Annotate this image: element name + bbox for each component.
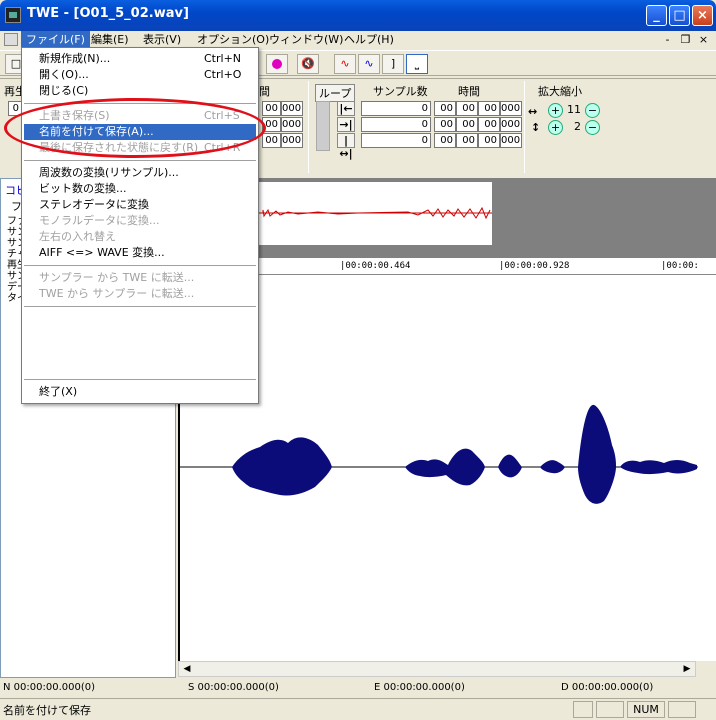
vertical-arrows-icon: ↕ xyxy=(531,121,541,134)
loop-length-icon[interactable]: |↔| xyxy=(337,133,355,160)
waveform-blue-icon[interactable]: ∿ xyxy=(358,54,380,74)
menu-item-open[interactable]: 開く(O)... Ctrl+O xyxy=(24,67,256,83)
ruler-icon[interactable]: ⎵ xyxy=(406,54,428,74)
menu-separator xyxy=(24,379,256,380)
menu-item-aiff-wave[interactable]: AIFF <=> WAVE 変換... xyxy=(24,245,256,261)
time2-cell: 00 xyxy=(478,101,500,116)
menu-item-sampler-to-twe[interactable]: サンプラー から TWE に転送... xyxy=(24,270,256,286)
time2-cell: 000 xyxy=(500,133,522,148)
zoom-in-vertical-icon[interactable]: + xyxy=(548,120,563,135)
sample-count-field[interactable]: 0 xyxy=(361,101,431,116)
ruler-label: |00:00: xyxy=(661,261,699,271)
status-s: S 00:00:00.000(0) xyxy=(188,682,279,693)
time2-label: 時間 xyxy=(458,85,480,98)
menu-bar: ファイル(F) 編集(E) 表示(V) オプション(O) ウィンドウ(W) ヘル… xyxy=(0,31,716,48)
menu-view[interactable]: 表示(V) xyxy=(138,31,186,48)
time-cell: 000 xyxy=(281,117,303,132)
time2-cell: 00 xyxy=(456,101,478,116)
menu-separator xyxy=(24,306,256,307)
menu-item-twe-to-sampler[interactable]: TWE から サンプラー に転送... xyxy=(24,286,256,302)
menu-item-bit-depth[interactable]: ビット数の変換... xyxy=(24,181,256,197)
overview-waveform xyxy=(258,206,492,220)
scroll-left-icon[interactable]: ◀ xyxy=(181,663,193,675)
time2-cell: 00 xyxy=(478,117,500,132)
mute-icon[interactable]: 🔇 xyxy=(297,54,319,74)
zoom-label: 拡大縮小 xyxy=(538,85,582,98)
zoom-out-horizontal-icon[interactable]: − xyxy=(585,103,600,118)
waveform-overview[interactable] xyxy=(258,182,492,245)
time2-cell: 00 xyxy=(434,117,456,132)
zoom-h-value: 11 xyxy=(567,103,581,116)
menu-separator xyxy=(24,160,256,161)
num-lock-indicator: NUM xyxy=(627,701,665,718)
minimize-button[interactable]: _ xyxy=(646,5,667,26)
title-bar[interactable]: TWE - [O01_5_02.wav] _ □ × xyxy=(0,0,716,31)
bracket-icon[interactable]: ] xyxy=(382,54,404,74)
separator xyxy=(308,81,309,173)
time-cell: 00 xyxy=(262,101,281,116)
samples-label: サンプル数 xyxy=(373,85,428,98)
status-n: N 00:00:00.000(0) xyxy=(3,682,96,693)
ruler-label: |00:00:00.464 xyxy=(340,261,411,271)
mdi-close-button[interactable]: × xyxy=(696,33,711,46)
menu-file[interactable]: ファイル(F) xyxy=(21,31,90,48)
status-bar: 名前を付けて保存 NUM xyxy=(0,698,716,720)
window-title: TWE - [O01_5_02.wav] xyxy=(27,6,189,21)
zoom-out-vertical-icon[interactable]: − xyxy=(585,120,600,135)
zoom-in-horizontal-icon[interactable]: + xyxy=(548,103,563,118)
time-cell: 000 xyxy=(281,133,303,148)
sample-count-field[interactable]: 0 xyxy=(361,133,431,148)
status-e: E 00:00:00.000(0) xyxy=(374,682,465,693)
horizontal-arrows-icon: ↔ xyxy=(528,105,538,118)
time2-cell: 00 xyxy=(434,101,456,116)
time2-cell: 00 xyxy=(434,133,456,148)
record-icon[interactable] xyxy=(266,54,288,74)
maximize-button[interactable]: □ xyxy=(669,5,690,26)
time2-cell: 00 xyxy=(478,133,500,148)
mdi-minimize-button[interactable]: - xyxy=(660,33,675,46)
menu-options[interactable]: オプション(O) xyxy=(192,31,274,48)
time-cell: 000 xyxy=(281,101,303,116)
menu-item-new[interactable]: 新規作成(N)... Ctrl+N xyxy=(24,51,256,67)
app-icon[interactable] xyxy=(5,7,21,23)
mdi-restore-button[interactable]: ❐ xyxy=(678,33,693,46)
time2-cell: 00 xyxy=(456,117,478,132)
loop-lock-icon xyxy=(316,101,330,151)
sample-count-field[interactable]: 0 xyxy=(361,117,431,132)
status-pane xyxy=(596,701,624,718)
status-d: D 00:00:00.000(0) xyxy=(561,682,654,693)
time2-cell: 000 xyxy=(500,101,522,116)
status-message: 名前を付けて保存 xyxy=(3,704,91,717)
loop-end-icon[interactable]: →| xyxy=(337,117,355,132)
ruler-label: |00:00:00.928 xyxy=(499,261,570,271)
annotation-ellipse xyxy=(4,98,266,158)
menu-item-to-mono[interactable]: モノラルデータに変換... xyxy=(24,213,256,229)
status-pane xyxy=(573,701,593,718)
time2-cell: 00 xyxy=(456,133,478,148)
status-pane xyxy=(668,701,696,718)
time2-cell: 000 xyxy=(500,117,522,132)
scroll-right-icon[interactable]: ▶ xyxy=(681,663,693,675)
menu-separator xyxy=(24,265,256,266)
menu-item-swap-channels[interactable]: 左右の入れ替え xyxy=(24,229,256,245)
menu-edit[interactable]: 編集(E) xyxy=(86,31,134,48)
horizontal-scrollbar[interactable]: ◀ ▶ xyxy=(178,661,696,677)
menu-window[interactable]: ウィンドウ(W) xyxy=(264,31,348,48)
menu-item-resample[interactable]: 周波数の変換(リサンプル)... xyxy=(24,165,256,181)
separator xyxy=(524,81,525,173)
time-label: 間 xyxy=(259,85,270,98)
close-button[interactable]: × xyxy=(692,5,713,26)
waveform-red-icon[interactable]: ∿ xyxy=(334,54,356,74)
menu-help[interactable]: ヘルプ(H) xyxy=(339,31,399,48)
zoom-v-value: 2 xyxy=(574,120,581,133)
waveform-margin xyxy=(698,275,716,661)
menu-item-close[interactable]: 閉じる(C) xyxy=(24,83,256,99)
menu-item-to-stereo[interactable]: ステレオデータに変換 xyxy=(24,197,256,213)
loop-start-icon[interactable]: |← xyxy=(337,101,355,116)
loop-button[interactable]: ループ xyxy=(315,84,356,102)
time-cell: 00 xyxy=(262,133,281,148)
document-icon[interactable] xyxy=(4,33,18,46)
menu-item-exit[interactable]: 終了(X) xyxy=(24,384,256,400)
